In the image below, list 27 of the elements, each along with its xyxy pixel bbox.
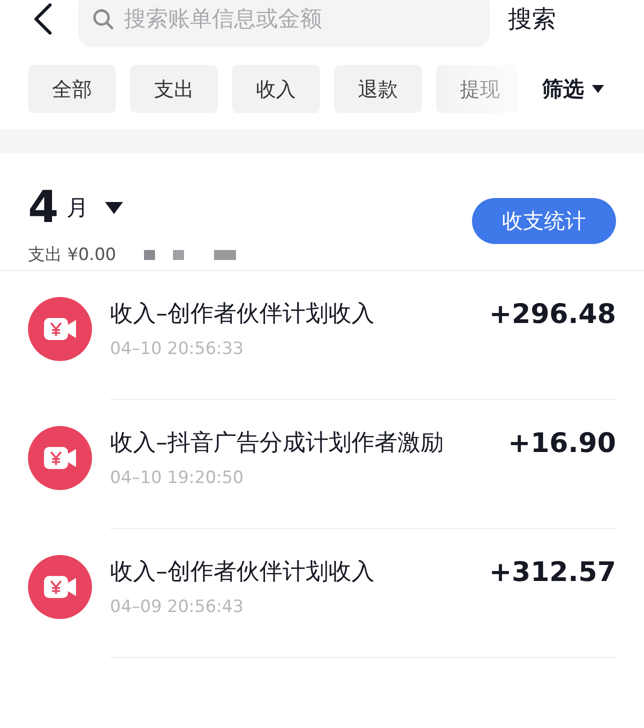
search-icon [92,8,114,30]
transaction-time: 04–09 20:56:43 [110,597,245,617]
transaction-title[interactable]: 收入–创作者伙伴计划收入 [110,557,374,587]
video-camera-icon [28,555,92,619]
transaction-amount: +312.57 [489,557,616,590]
search-field[interactable]: 搜索账单信息或金额 [78,0,490,47]
stats-button[interactable]: 收支统计 [472,198,616,244]
filter-menu[interactable]: 筛选 [542,75,604,103]
filter-chip[interactable]: 全部 [28,65,116,113]
filter-chip[interactable]: 收入 [232,65,320,113]
month-unit[interactable]: 月 [66,193,89,223]
transaction-amount: +296.48 [489,299,616,332]
dropdown-caret-icon[interactable] [104,202,123,214]
filter-chip[interactable]: 退款 [334,65,422,113]
transaction-title[interactable]: 收入–创作者伙伴计划收入 [110,299,374,329]
filter-chip[interactable]: 提现 [436,65,518,113]
video-camera-icon [28,297,92,361]
search-button[interactable]: 搜索 [508,3,556,35]
transaction-amount: +16.90 [508,428,616,461]
filter-chip[interactable]: 支出 [130,65,218,113]
dropdown-caret-icon [592,85,604,93]
month-number[interactable]: 4 [28,183,59,233]
transaction-title[interactable]: 收入–抖音广告分成计划作者激励 [110,428,444,458]
video-camera-icon [28,426,92,490]
transaction-time: 04–10 20:56:33 [110,339,245,359]
expense-summary: 支出 ¥0.00 [28,244,116,266]
transaction-time: 04–10 19:20:50 [110,468,245,488]
